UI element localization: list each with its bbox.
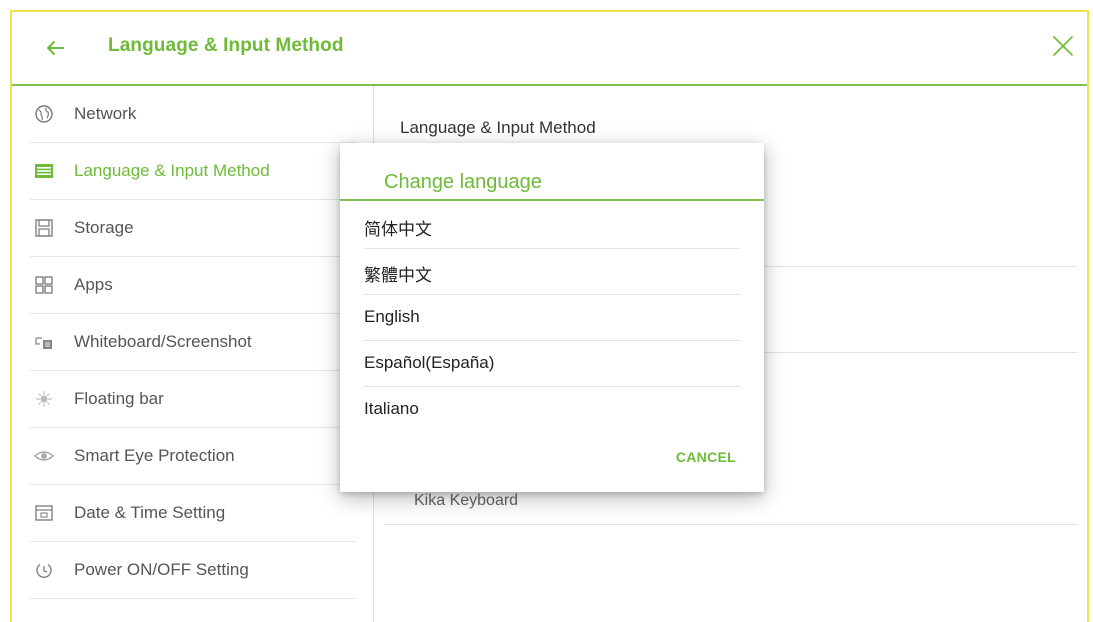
sidebar: Network Language & Input Method Storage (12, 86, 374, 622)
sidebar-item-date-time[interactable]: Date & Time Setting (30, 485, 356, 542)
language-option[interactable]: 简体中文 (364, 203, 740, 249)
sidebar-item-label: Power ON/OFF Setting (74, 560, 249, 579)
input-method-item[interactable]: Kika Keyboard (414, 492, 518, 510)
calendar-icon (35, 505, 53, 521)
sidebar-item-label: Network (74, 104, 137, 123)
sidebar-item-label: Language & Input Method (74, 161, 270, 180)
whiteboard-icon (35, 337, 52, 349)
keyboard-icon (35, 164, 53, 178)
sidebar-item-floating-bar[interactable]: Floating bar (30, 371, 356, 428)
apps-grid-icon (35, 276, 53, 294)
header-bar: Language & Input Method (12, 12, 1087, 86)
back-arrow-icon[interactable] (44, 37, 66, 59)
language-option-label: Español(España) (364, 353, 495, 372)
dialog-title-divider (340, 199, 764, 201)
sidebar-item-whiteboard[interactable]: Whiteboard/Screenshot (30, 314, 356, 371)
sidebar-item-language[interactable]: Language & Input Method (30, 143, 356, 200)
sidebar-item-storage[interactable]: Storage (30, 200, 356, 257)
divider (384, 524, 1077, 525)
sidebar-item-apps[interactable]: Apps (30, 257, 356, 314)
close-icon[interactable] (1051, 34, 1075, 58)
dialog-title: Change language (384, 171, 542, 193)
language-option-label: 繁體中文 (364, 266, 432, 285)
power-icon (36, 563, 52, 578)
language-option-label: English (364, 307, 420, 326)
sidebar-item-label: Date & Time Setting (74, 503, 226, 522)
sidebar-item-label: Floating bar (74, 389, 164, 408)
cancel-button[interactable]: CANCEL (676, 449, 736, 465)
sidebar-item-eye-protection[interactable]: Smart Eye Protection (30, 428, 356, 485)
change-language-dialog: Change language 简体中文 繁體中文 English Españo… (340, 143, 764, 492)
storage-icon (35, 219, 53, 237)
language-option[interactable]: Español(España) (364, 341, 740, 387)
language-option-label: Italiano (364, 399, 419, 418)
sidebar-item-label: Smart Eye Protection (74, 446, 235, 465)
language-option[interactable]: Italiano (364, 387, 740, 433)
page-title: Language & Input Method (108, 35, 344, 56)
sidebar-item-network[interactable]: Network (30, 86, 356, 143)
sidebar-item-label: Storage (74, 218, 134, 237)
floating-bar-icon (36, 391, 52, 407)
language-option-label: 简体中文 (364, 220, 432, 239)
eye-icon (34, 451, 54, 461)
sidebar-item-label: Apps (74, 275, 113, 294)
language-option[interactable]: English (364, 295, 740, 341)
language-option[interactable]: 繁體中文 (364, 249, 740, 295)
sidebar-item-label: Whiteboard/Screenshot (74, 332, 252, 351)
section-heading: Language & Input Method (400, 118, 596, 137)
globe-icon (35, 105, 53, 123)
sidebar-item-power[interactable]: Power ON/OFF Setting (30, 542, 356, 599)
